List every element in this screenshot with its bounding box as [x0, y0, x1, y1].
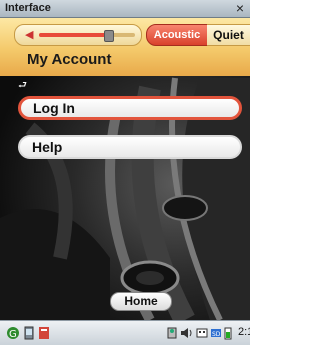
home-button[interactable]: Home	[110, 292, 172, 311]
app-screen: Interface × ◀ Acoustic Quiet My Account …	[0, 0, 257, 345]
help-button[interactable]: Help	[18, 135, 242, 159]
volume-slider[interactable]: ◀	[14, 24, 142, 46]
volume-track[interactable]	[39, 30, 135, 42]
svg-text:G: G	[9, 329, 17, 340]
header-bar: ◀ Acoustic Quiet My Account	[0, 18, 250, 76]
network-icon[interactable]	[166, 326, 178, 340]
volume-knob[interactable]	[104, 30, 115, 42]
app-icon[interactable]	[38, 326, 50, 340]
speaker-icon: ◀	[25, 29, 34, 41]
usb-icon[interactable]: SD	[210, 326, 222, 340]
volume-icon[interactable]	[180, 326, 194, 340]
taskbar: G SD 2:1	[0, 320, 253, 345]
volume-fill	[39, 33, 109, 37]
battery-icon	[224, 326, 232, 340]
screen-edge	[250, 0, 257, 345]
mode-acoustic-button[interactable]: Acoustic	[146, 24, 208, 46]
svg-text:SD: SD	[212, 331, 221, 338]
back-icon[interactable]: ⮐	[18, 78, 27, 95]
mode-quiet-button[interactable]: Quiet	[207, 24, 250, 46]
login-button[interactable]: Log In	[18, 96, 242, 120]
window-title: Interface	[5, 2, 51, 14]
device-icon[interactable]	[24, 326, 34, 340]
close-icon[interactable]: ×	[236, 0, 244, 16]
keyboard-icon[interactable]	[196, 326, 208, 340]
title-bar: Interface ×	[0, 0, 250, 18]
start-icon[interactable]: G	[6, 326, 20, 340]
page-title: My Account	[27, 51, 112, 68]
